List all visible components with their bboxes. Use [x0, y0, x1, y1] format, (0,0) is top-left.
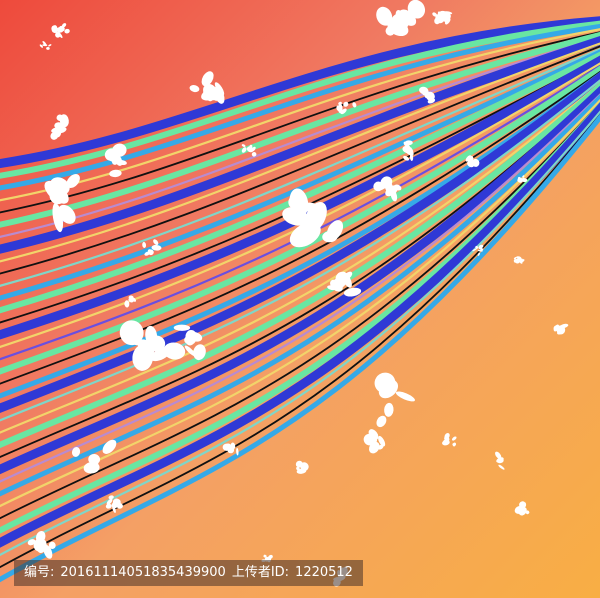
- uploader-value: 1220512: [295, 565, 353, 580]
- uploader-label: 上传者ID:: [231, 565, 290, 580]
- id-label: 编号:: [24, 565, 55, 580]
- caption-bar: 编号: 20161114051835439900 上传者ID: 1220512: [14, 560, 363, 586]
- id-value: 20161114051835439900: [60, 565, 226, 580]
- wave-artwork: [0, 0, 600, 598]
